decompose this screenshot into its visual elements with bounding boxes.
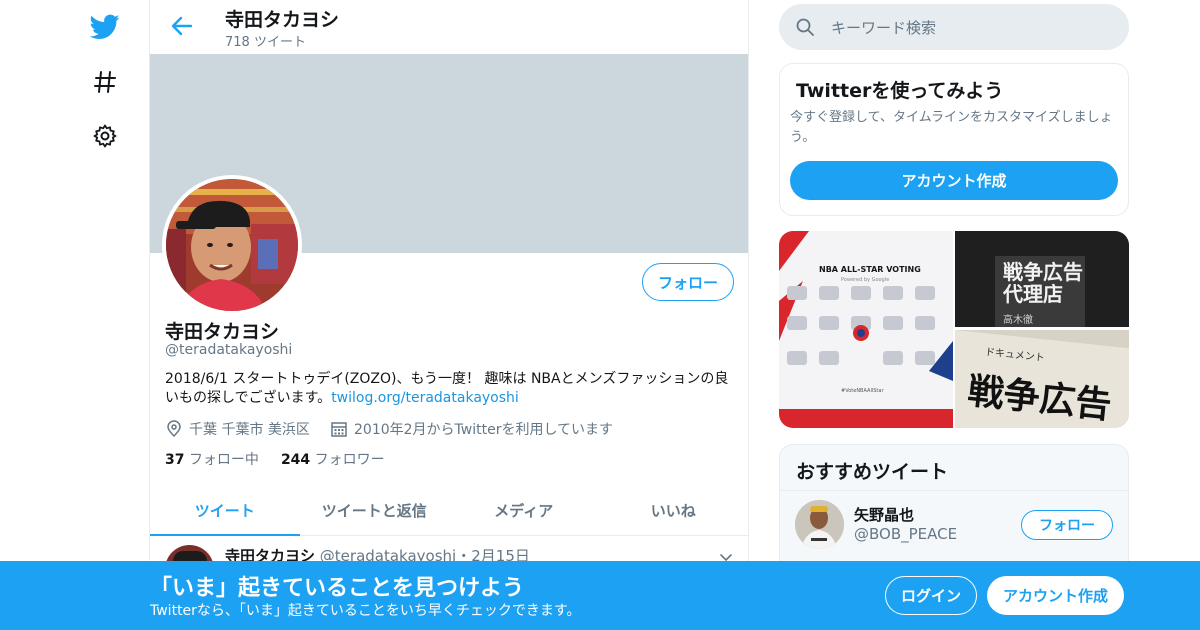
recommended-user-row[interactable]: 矢野晶也 @BOB_PEACE フォロー — [780, 490, 1128, 560]
location-text: 千葉 千葉市 美浜区 — [189, 422, 310, 438]
avatar-photo — [166, 179, 298, 311]
media-nba-all-star-voting[interactable]: NBA ALL-STAR VOTING Powered by Google #V… — [779, 231, 953, 428]
tab-tweets[interactable]: ツイート — [150, 486, 300, 536]
follow-counts: 37 フォロー中 244 フォロワー — [165, 449, 385, 469]
back-arrow-icon[interactable] — [168, 12, 196, 40]
signup-card-description: 今すぐ登録して、タイムラインをカスタマイズしましょう。 — [790, 110, 1113, 145]
calendar-icon — [330, 420, 348, 438]
header-profile-name: 寺田タカヨシ — [225, 9, 340, 31]
nba-voting-title: NBA ALL-STAR VOTING — [819, 265, 921, 274]
profile-location: 千葉 千葉市 美浜区 — [165, 418, 310, 440]
gear-icon[interactable] — [88, 119, 122, 153]
recommended-follow-button[interactable]: フォロー — [1021, 510, 1113, 540]
tab-media[interactable]: メディア — [449, 486, 599, 535]
hashtag-icon[interactable] — [88, 65, 122, 99]
recommended-tweets-card: おすすめツイート 矢野晶也 @BOB_PEACE フォロー — [779, 444, 1129, 574]
tab-tweets-and-replies[interactable]: ツイートと返信 — [300, 486, 450, 535]
twitter-bird-icon[interactable] — [88, 10, 122, 44]
signup-card: Twitterを使ってみよう 今すぐ登録して、タイムラインをカスタマイズしましょ… — [779, 63, 1129, 216]
bottom-headline: 「いま」起きていることを見つけよう — [150, 576, 525, 601]
followers-label: フォロワー — [314, 452, 385, 468]
search-placeholder: キーワード検索 — [831, 18, 937, 37]
media-grid: NBA ALL-STAR VOTING Powered by Google #V… — [779, 231, 1129, 428]
profile-name: 寺田タカヨシ — [165, 321, 280, 343]
bottom-subtext: Twitterなら、「いま」起きていることをいち早くチェックできます。 — [150, 603, 581, 619]
followers-count: 244 — [280, 452, 311, 468]
signup-prompt-bar: 「いま」起きていることを見つけよう Twitterなら、「いま」起きていることを… — [0, 561, 1200, 630]
header-tweet-count: 718 ツイート — [225, 35, 306, 50]
book1-author: 高木徹 — [1003, 315, 1033, 326]
profile-avatar[interactable] — [162, 175, 302, 315]
location-pin-icon — [165, 420, 183, 438]
profile-header-bar: 寺田タカヨシ 718 ツイート — [150, 0, 748, 54]
signup-card-title: Twitterを使ってみよう — [796, 80, 1004, 102]
recommended-user-avatar[interactable] — [795, 500, 844, 549]
profile-joined: 2010年2月からTwitterを利用しています — [330, 418, 613, 440]
create-account-button[interactable]: アカウント作成 — [987, 576, 1124, 615]
recommended-title: おすすめツイート — [796, 461, 949, 483]
followers-count-link[interactable]: 244 フォロワー — [281, 449, 385, 469]
book1-title-line2: 代理店 — [1003, 282, 1063, 306]
profile-column: 寺田タカヨシ 718 ツイート フォロー 寺田タカヨシ @teradatakay… — [149, 0, 749, 630]
recommended-user-handle: @BOB_PEACE — [854, 525, 958, 543]
profile-handle: @teradatakayoshi — [165, 342, 293, 358]
search-icon — [795, 17, 815, 37]
recommended-user-name[interactable]: 矢野晶也 — [854, 504, 914, 525]
login-button[interactable]: ログイン — [885, 576, 977, 615]
book1-title-line1: 戦争広告 — [1003, 260, 1083, 284]
following-count-link[interactable]: 37 フォロー中 — [165, 449, 259, 469]
following-label: フォロー中 — [188, 452, 259, 468]
follow-button[interactable]: フォロー — [642, 263, 734, 301]
profile-bio: 2018/6/1 スタートトゥデイ(ZOZO)、もう一度！ 趣味は NBAとメン… — [165, 370, 735, 408]
joined-text: 2010年2月からTwitterを利用しています — [354, 422, 614, 438]
following-count: 37 — [165, 452, 185, 468]
bio-link[interactable]: twilog.org/teradatakayoshi — [331, 390, 519, 406]
tab-likes[interactable]: いいね — [599, 486, 749, 535]
media-book-cover-1[interactable]: 戦争広告 代理店 高木徹 — [955, 231, 1129, 327]
media-book-cover-2[interactable]: ドキュメント 戦争広告 — [955, 330, 1129, 428]
left-nav — [0, 0, 150, 630]
nba-voting-powered-by: Powered by Google — [841, 277, 890, 283]
signup-card-create-account-button[interactable]: アカウント作成 — [790, 161, 1118, 200]
search-input[interactable]: キーワード検索 — [779, 4, 1129, 50]
profile-tabs: ツイート ツイートと返信 メディア いいね — [150, 486, 748, 536]
nba-voting-hashtag: #VoteNBAAllStar — [841, 388, 884, 394]
